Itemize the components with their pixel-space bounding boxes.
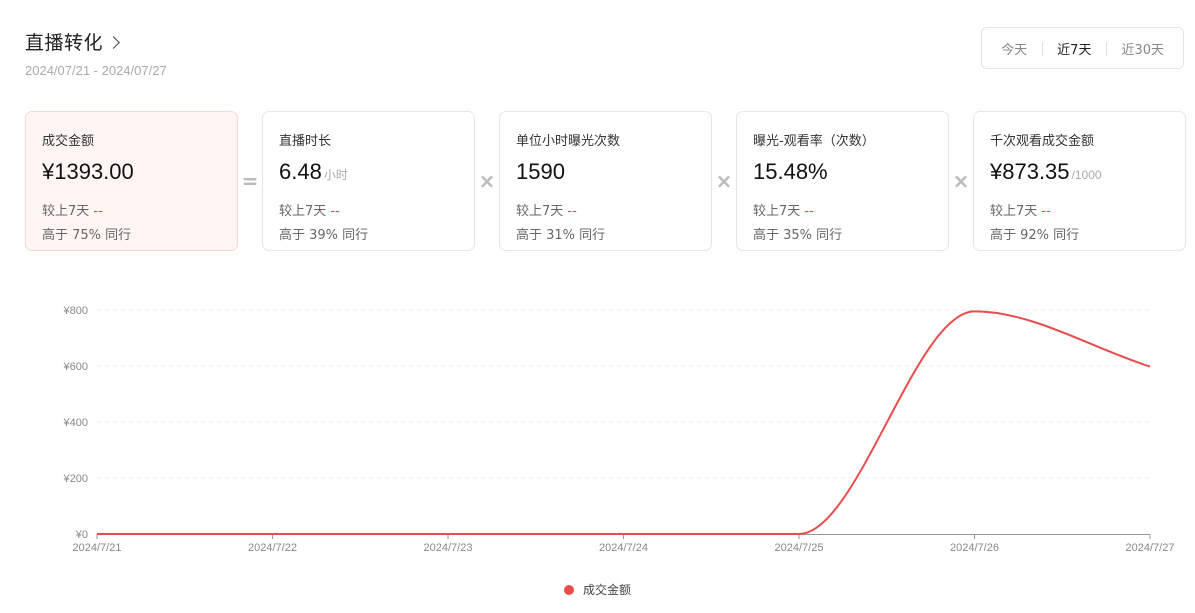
metric-card-gpm[interactable]: 千次观看成交金额 ¥873.35/1000 较上7天 -- 高于 92% 同行 [973, 111, 1186, 251]
x-tick-label: 2024/7/26 [950, 542, 999, 554]
card-rank: 高于 75% 同行 [42, 228, 132, 243]
x-tick-label: 2024/7/21 [73, 542, 122, 554]
y-tick-label: ¥400 [63, 417, 88, 429]
card-value: ¥873.35/1000 [990, 159, 1102, 184]
card-rank: 高于 39% 同行 [279, 228, 369, 243]
chevron-right-icon [107, 35, 120, 49]
trend-chart[interactable]: ¥0 ¥200 ¥400 ¥600 ¥800 2024/7/21 2024/7/22 2024… [0, 290, 1195, 560]
legend-label: 成交金额 [582, 583, 631, 597]
multiply-operator: × [478, 169, 496, 193]
metric-card-duration[interactable]: 直播时长 6.48 小时 较上7天 -- 高于 39% 同行 [262, 111, 475, 251]
card-value: 6.48 小时 [279, 159, 348, 184]
y-tick-label: ¥0 [75, 529, 88, 541]
metric-cards: 成交金额 ¥1393.00 较上7天 -- 高于 75% 同行 = 直播时长 6… [25, 111, 1186, 251]
series-line-gmv [97, 310, 1151, 535]
x-tick-label: 2024/7/24 [599, 542, 648, 554]
card-compare: 较上7天 -- [279, 204, 340, 219]
card-label: 成交金额 [42, 134, 95, 149]
legend-dot-icon [563, 584, 574, 595]
card-label: 曝光-观看率（次数） [753, 134, 875, 149]
line-chart[interactable]: ¥0 ¥200 ¥400 ¥600 ¥800 2024/7/21 2024/7/22 2024… [0, 290, 1195, 560]
card-compare: 较上7天 -- [516, 204, 577, 219]
x-tick-label: 2024/7/22 [248, 542, 297, 554]
x-tick-label: 2024/7/25 [775, 542, 824, 554]
card-value: ¥1393.00 [42, 159, 134, 184]
card-label: 单位小时曝光次数 [516, 134, 621, 149]
metric-card-gmv[interactable]: 成交金额 ¥1393.00 较上7天 -- 高于 75% 同行 [25, 111, 238, 251]
x-tick-label: 2024/7/23 [424, 542, 473, 554]
card-value: 1590 [516, 159, 565, 184]
multiply-operator: × [952, 169, 970, 193]
y-tick-label: ¥600 [63, 361, 88, 373]
card-rank: 高于 92% 同行 [990, 228, 1080, 243]
metric-card-view-rate[interactable]: 曝光-观看率（次数） 15.48% 较上7天 -- 高于 35% 同行 [736, 111, 949, 251]
date-range: 2024/07/21 - 2024/07/27 [25, 63, 167, 78]
title-link[interactable]: 直播转化 [25, 28, 167, 55]
multiply-operator: × [715, 169, 733, 193]
header: 直播转化 2024/07/21 - 2024/07/27 [25, 28, 167, 78]
chart-legend[interactable]: 成交金额 [0, 581, 1195, 598]
range-7days[interactable]: 近7天 [1042, 39, 1106, 58]
card-rank: 高于 35% 同行 [753, 228, 843, 243]
card-compare: 较上7天 -- [990, 204, 1051, 219]
range-30days[interactable]: 近30天 [1106, 39, 1179, 58]
card-compare: 较上7天 -- [42, 204, 103, 219]
y-tick-label: ¥800 [63, 305, 88, 317]
time-range-switch: 今天 近7天 近30天 [981, 27, 1184, 69]
x-tick-label: 2024/7/27 [1126, 542, 1175, 554]
metric-card-exposure[interactable]: 单位小时曝光次数 1590 较上7天 -- 高于 31% 同行 [499, 111, 712, 251]
page-title: 直播转化 [25, 32, 104, 54]
y-tick-label: ¥200 [63, 473, 88, 485]
equals-operator: = [241, 169, 259, 193]
card-compare: 较上7天 -- [753, 204, 814, 219]
range-today[interactable]: 今天 [986, 39, 1042, 58]
card-label: 直播时长 [279, 134, 332, 149]
card-value: 15.48% [753, 159, 828, 184]
card-label: 千次观看成交金额 [990, 134, 1095, 149]
card-rank: 高于 31% 同行 [516, 228, 606, 243]
